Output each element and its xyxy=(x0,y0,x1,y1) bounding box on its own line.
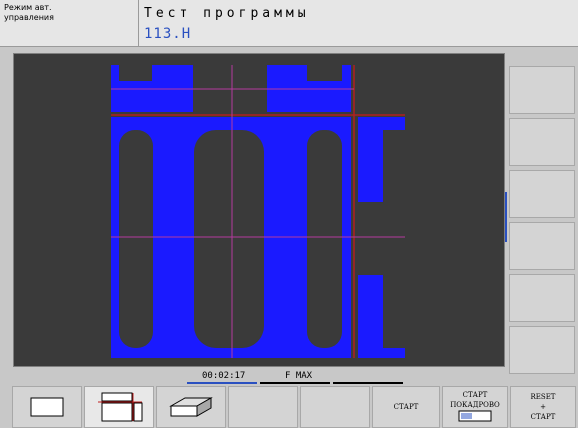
header: Режим авт. управления Тест программы 113… xyxy=(0,0,578,47)
softkey-empty-5[interactable] xyxy=(300,386,370,428)
3d-view-icon xyxy=(169,397,213,417)
header-divider xyxy=(138,0,139,46)
start-button[interactable]: СТАРТ xyxy=(372,386,440,428)
single-block-icon xyxy=(458,410,492,422)
side-section-cut-middle xyxy=(358,202,405,275)
program-name: 113.H xyxy=(144,26,192,42)
side-section-cut-upper xyxy=(383,130,405,202)
softkey-scroll-indicator xyxy=(505,192,507,242)
softkey-row-indicator-3 xyxy=(333,382,403,384)
bottom-softkeys: СТАРТ СТАРТ ПОКАДРОВО RESET + СТАРТ xyxy=(8,386,578,428)
side-section-cut-lower xyxy=(383,275,405,348)
front-section-slot-center xyxy=(194,130,264,348)
3d-view-button[interactable] xyxy=(156,386,226,428)
plan-view-top-right-notch xyxy=(307,65,342,81)
plan-view-top-left-notch xyxy=(119,65,152,81)
start-single-block-button[interactable]: СТАРТ ПОКАДРОВО xyxy=(442,386,508,428)
status-bar: 00:02:17 F MAX xyxy=(0,366,578,386)
operating-mode: Режим авт. управления xyxy=(4,3,136,43)
softkey-row-indicator-2 xyxy=(260,382,330,384)
start-single-label-1: СТАРТ xyxy=(462,391,488,399)
mode-line-1: Режим авт. xyxy=(4,3,52,12)
feed-rate: F MAX xyxy=(285,371,313,381)
reset-label-3: СТАРТ xyxy=(530,413,556,421)
plan-view-button[interactable] xyxy=(12,386,82,428)
reset-start-button[interactable]: RESET + СТАРТ xyxy=(510,386,576,428)
right-softkeys xyxy=(509,53,577,374)
machining-time: 00:02:17 xyxy=(202,371,246,381)
page-title: Тест программы xyxy=(144,6,310,21)
reset-label-1: RESET xyxy=(530,393,556,401)
softkey-right-2[interactable] xyxy=(509,118,575,166)
three-planes-view-button[interactable] xyxy=(84,386,154,428)
three-planes-view-icon xyxy=(98,392,143,422)
reset-label-2: + xyxy=(540,403,546,411)
softkey-empty-4[interactable] xyxy=(228,386,298,428)
active-softkey-row-indicator xyxy=(187,382,257,384)
softkey-right-4[interactable] xyxy=(509,222,575,270)
mode-line-2: управления xyxy=(4,13,54,22)
softkey-right-3[interactable] xyxy=(509,170,575,218)
front-section-slot-right xyxy=(307,130,342,348)
front-section-slot-left xyxy=(119,130,153,348)
workpiece-graphic xyxy=(111,65,405,358)
start-label: СТАРТ xyxy=(393,403,419,411)
start-single-label-2: ПОКАДРОВО xyxy=(450,401,500,409)
plan-view-icon xyxy=(30,397,64,417)
softkey-right-1[interactable] xyxy=(509,66,575,114)
softkey-right-5[interactable] xyxy=(509,274,575,322)
simulation-graphic[interactable] xyxy=(13,53,505,367)
